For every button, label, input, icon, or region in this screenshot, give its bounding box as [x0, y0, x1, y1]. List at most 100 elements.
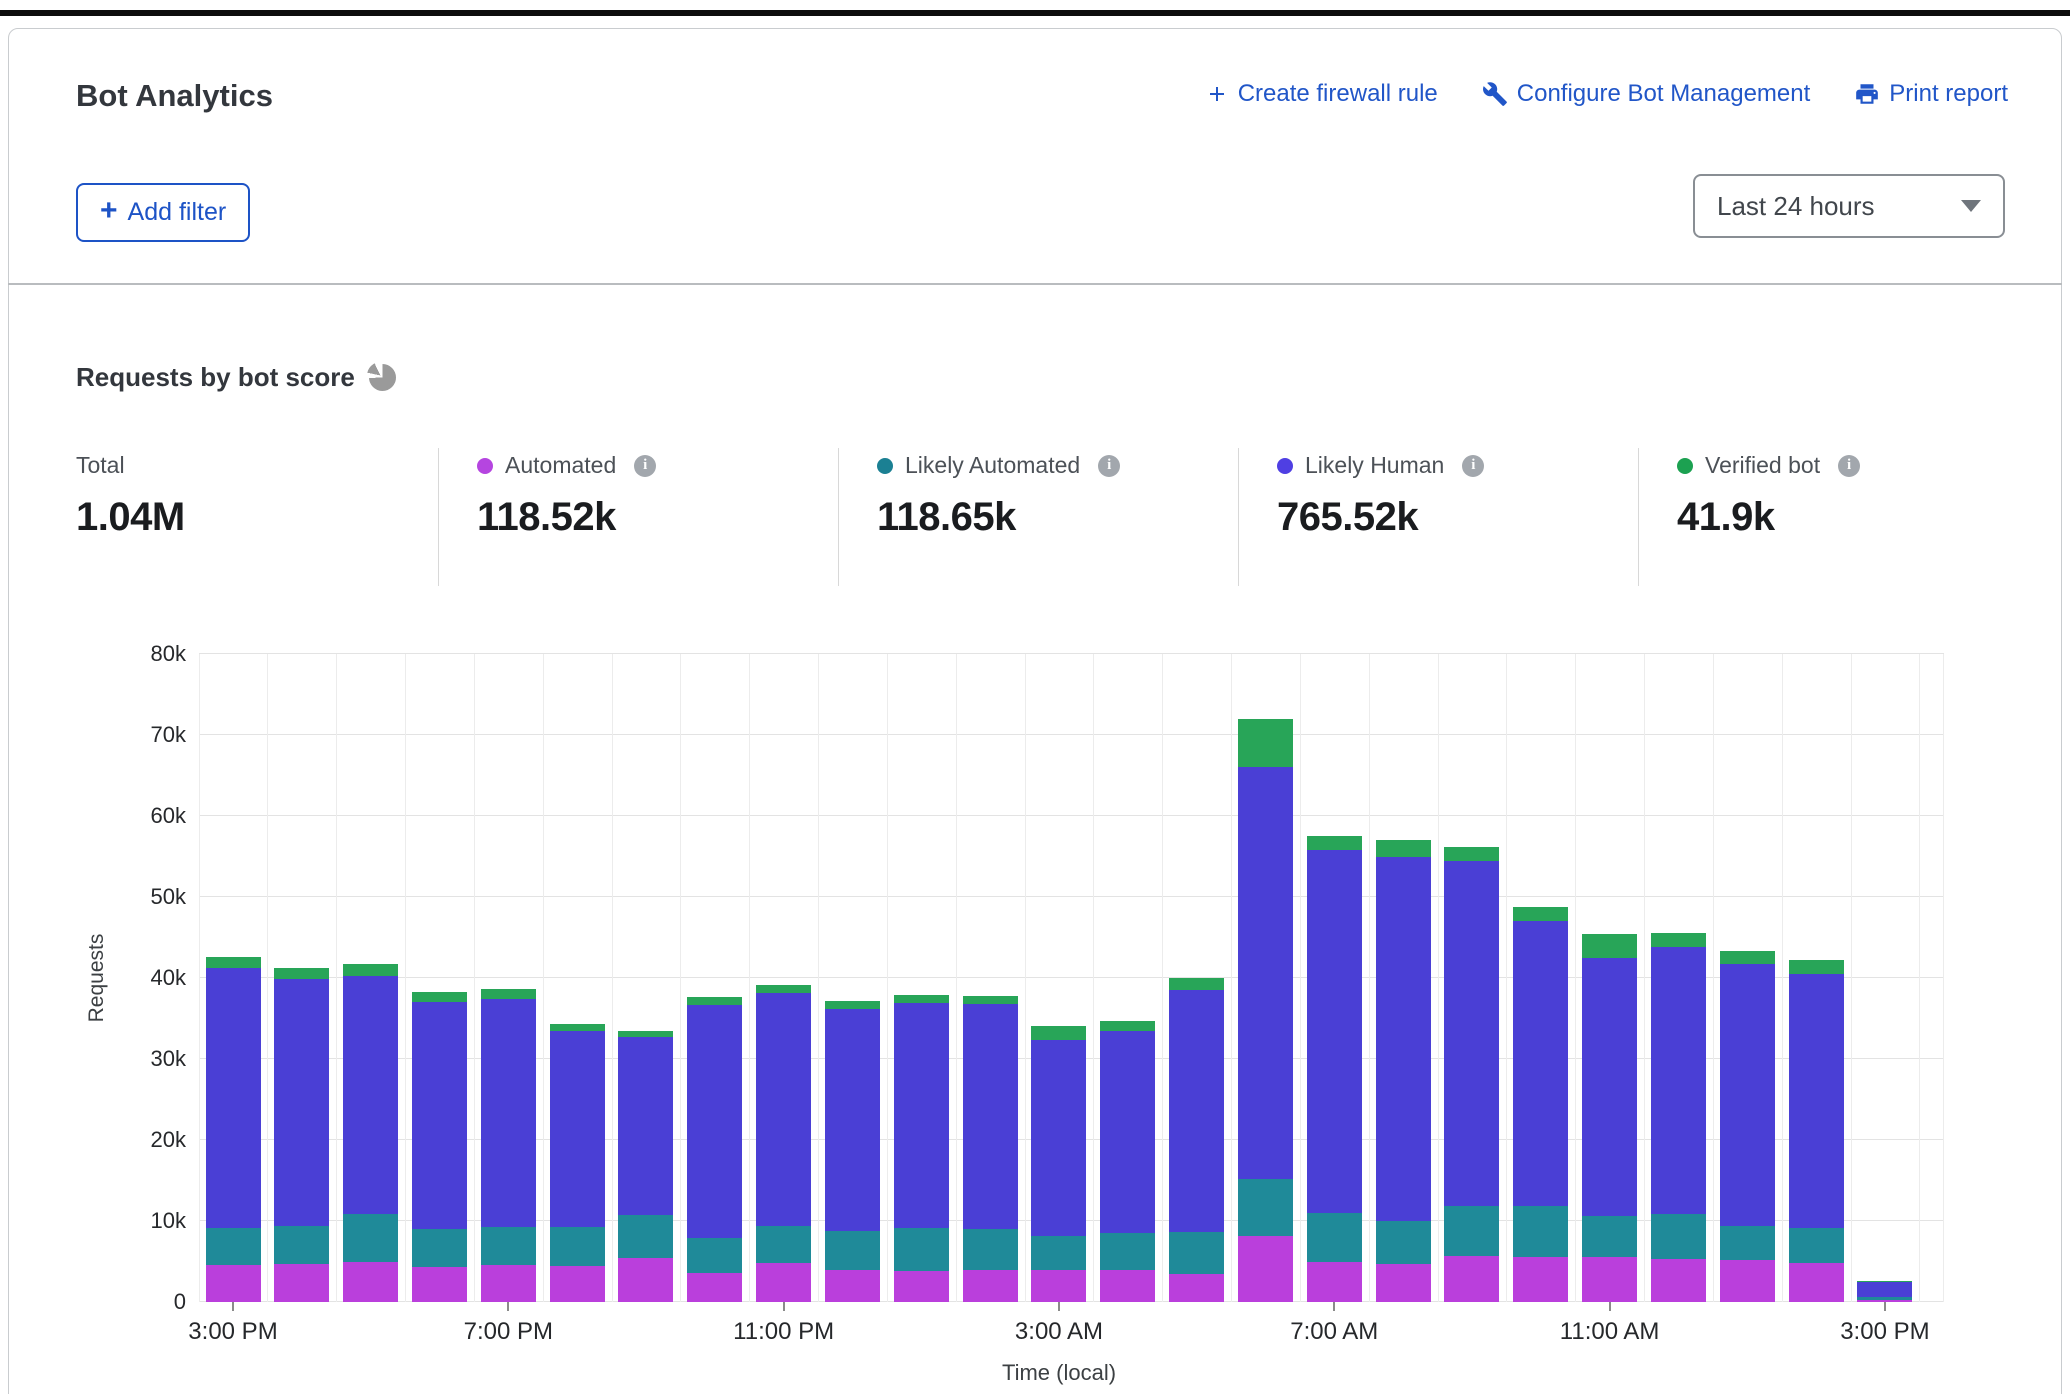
gridline-x: [612, 654, 613, 1302]
x-axis-tick: [783, 1302, 785, 1311]
segment-verified-bot: [206, 957, 261, 968]
x-axis-tick: [1333, 1302, 1335, 1311]
y-tick-label: 50k: [0, 884, 186, 910]
x-tick-label: 3:00 AM: [1015, 1318, 1103, 1346]
chart-bar-200am[interactable]: [963, 996, 1018, 1302]
gridline-y: [199, 896, 1944, 897]
section-header: Requests by bot score: [76, 362, 396, 393]
segment-likely-human: [1307, 850, 1362, 1213]
segment-likely-human: [756, 993, 811, 1226]
create-firewall-rule-link[interactable]: Create firewall rule: [1205, 80, 1438, 108]
info-icon[interactable]: i: [634, 455, 656, 477]
link-label: Create firewall rule: [1238, 80, 1438, 108]
chart-bar-1200pm[interactable]: [1651, 933, 1706, 1302]
chart-bar-600am[interactable]: [1238, 719, 1293, 1302]
segment-likely-human: [1031, 1040, 1086, 1235]
segment-likely-human: [206, 968, 261, 1229]
configure-bot-management-link[interactable]: Configure Bot Management: [1482, 80, 1811, 108]
segment-likely-human: [343, 976, 398, 1213]
print-report-link[interactable]: Print report: [1854, 80, 2008, 108]
gridline-x: [1943, 654, 1944, 1302]
gridline-x: [543, 654, 544, 1302]
segment-verified-bot: [1031, 1026, 1086, 1041]
chart-bar-600pm[interactable]: [412, 992, 467, 1302]
chart-bar-800am[interactable]: [1376, 840, 1431, 1302]
gridline-x: [336, 654, 337, 1302]
info-icon[interactable]: i: [1098, 455, 1120, 477]
time-range-dropdown[interactable]: Last 24 hours: [1693, 174, 2005, 238]
stat-total: Total 1.04M: [76, 452, 185, 540]
gridline-x: [1782, 654, 1783, 1302]
chart-bar-400pm[interactable]: [274, 968, 329, 1302]
chart-bar-100pm[interactable]: [1720, 951, 1775, 1302]
window-top-border: [0, 10, 2070, 16]
segment-likely-automated: [1651, 1214, 1706, 1259]
chart-bar-200pm[interactable]: [1789, 960, 1844, 1302]
x-tick-label: 3:00 PM: [188, 1318, 277, 1346]
chart-bar-300pm[interactable]: [1857, 1281, 1912, 1302]
info-icon[interactable]: i: [1838, 455, 1860, 477]
chart-bar-1000pm[interactable]: [687, 997, 742, 1302]
segment-verified-bot: [1376, 840, 1431, 856]
x-tick-label: 11:00 PM: [733, 1318, 834, 1346]
segment-likely-human: [1651, 947, 1706, 1213]
y-tick-label: 30k: [0, 1046, 186, 1072]
segment-automated: [481, 1265, 536, 1302]
chart-bar-100am[interactable]: [894, 995, 949, 1302]
chart-bar-800pm[interactable]: [550, 1024, 605, 1302]
requests-by-bot-score-chart: Requests 010k20k30k40k50k60k70k80k 3:00 …: [0, 600, 2070, 1394]
chart-bar-1200am[interactable]: [825, 1001, 880, 1302]
chart-bar-500pm[interactable]: [343, 964, 398, 1302]
chart-bar-300pm[interactable]: [206, 957, 261, 1302]
printer-icon: [1854, 81, 1880, 107]
gridline-x: [199, 654, 200, 1302]
gridline-x: [1506, 654, 1507, 1302]
segment-automated: [274, 1264, 329, 1302]
chart-bar-700pm[interactable]: [481, 989, 536, 1302]
gridline-x: [1093, 654, 1094, 1302]
gridline-x: [1919, 654, 1920, 1302]
stat-value: 1.04M: [76, 495, 185, 540]
segment-likely-automated: [343, 1214, 398, 1262]
segment-verified-bot: [1720, 951, 1775, 964]
chart-bar-500am[interactable]: [1169, 978, 1224, 1302]
gridline-x: [1438, 654, 1439, 1302]
chart-bar-900am[interactable]: [1444, 847, 1499, 1302]
wrench-icon: [1482, 81, 1508, 107]
segment-likely-automated: [1789, 1228, 1844, 1263]
segment-likely-automated: [1100, 1233, 1155, 1269]
chart-bar-300am[interactable]: [1031, 1026, 1086, 1302]
segment-automated: [1444, 1256, 1499, 1302]
pie-chart-icon: [369, 364, 396, 391]
x-axis-title: Time (local): [1002, 1360, 1116, 1386]
add-filter-button[interactable]: + Add filter: [76, 183, 250, 242]
segment-verified-bot: [963, 996, 1018, 1004]
segment-verified-bot: [412, 992, 467, 1002]
gridline-x: [405, 654, 406, 1302]
segment-verified-bot: [894, 995, 949, 1003]
chart-bar-1000am[interactable]: [1513, 907, 1568, 1302]
segment-likely-automated: [687, 1238, 742, 1273]
chart-bar-900pm[interactable]: [618, 1031, 673, 1302]
stat-likely-automated: Likely Automated i 118.65k: [877, 452, 1120, 540]
gridline-y: [199, 815, 1944, 816]
info-icon[interactable]: i: [1462, 455, 1484, 477]
link-label: Configure Bot Management: [1517, 80, 1811, 108]
gridline-x: [1851, 654, 1852, 1302]
segment-automated: [894, 1271, 949, 1302]
segment-likely-human: [963, 1004, 1018, 1229]
section-title: Requests by bot score: [76, 362, 355, 393]
gridline-x: [956, 654, 957, 1302]
legend-dot-verified-bot: [1677, 458, 1693, 474]
stat-value: 118.65k: [877, 495, 1120, 540]
stat-label: Automated: [505, 452, 616, 479]
segment-automated: [1100, 1270, 1155, 1302]
chart-bar-700am[interactable]: [1307, 836, 1362, 1302]
segment-likely-human: [1789, 974, 1844, 1228]
chart-bar-1100am[interactable]: [1582, 934, 1637, 1302]
chart-bar-1100pm[interactable]: [756, 985, 811, 1302]
segment-likely-human: [1582, 958, 1637, 1216]
chart-bar-400am[interactable]: [1100, 1021, 1155, 1302]
segment-likely-human: [1100, 1031, 1155, 1234]
segment-likely-human: [412, 1002, 467, 1230]
